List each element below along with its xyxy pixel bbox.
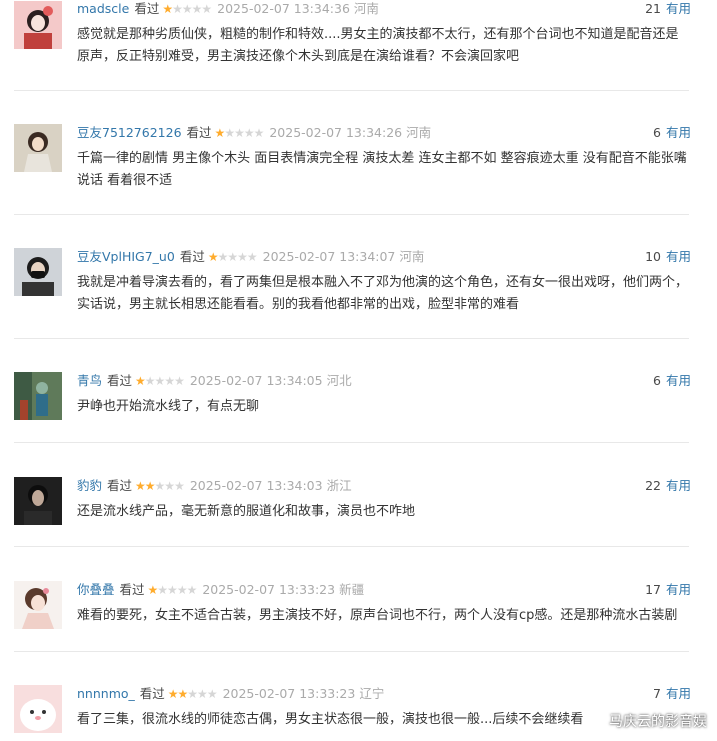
comment-time[interactable]: 2025-02-07 13:34:05 河北	[190, 373, 352, 388]
useful-button[interactable]: 有用	[666, 125, 691, 140]
avatar[interactable]	[14, 581, 62, 629]
vote-count: 21 有用	[645, 1, 691, 16]
avatar[interactable]	[14, 372, 62, 420]
rating-stars: ★★★★★	[214, 126, 265, 140]
divider	[14, 546, 689, 547]
comment-time[interactable]: 2025-02-07 13:34:26 河南	[269, 125, 431, 140]
vote-count: 17 有用	[645, 582, 691, 597]
vote-count: 10 有用	[645, 249, 691, 264]
divider	[14, 338, 689, 339]
comment-meta: 豆友VplHIG7_u0 看过 ★★★★★ 2025-02-07 13:34:07 河…	[77, 248, 691, 266]
comment-meta: 你叠叠 看过 ★★★★★ 2025-02-07 13:33:23 新疆 17 有用	[77, 581, 691, 599]
avatar[interactable]	[14, 248, 62, 296]
username-link[interactable]: 青鸟	[77, 373, 102, 388]
comment-text: 我就是冲着导演去看的，看了两集但是根本融入不了邓为他演的这个角色，还有女一很出戏…	[77, 275, 689, 312]
username-link[interactable]: 豆友7512762126	[77, 125, 182, 140]
watched-status: 看过	[139, 686, 165, 701]
comment-text: 感觉就是那种劣质仙侠，粗糙的制作和特效....男女主的演技都不太行，还有那个台词…	[77, 27, 679, 64]
comment-text: 看了三集，很流水线的师徒恋古偶，男女主状态很一般，演技也很一般...后续不会继续…	[77, 712, 584, 727]
comment-meta: 青鸟 看过 ★★★★★ 2025-02-07 13:34:05 河北 6 有用	[77, 372, 691, 390]
avatar[interactable]	[14, 477, 62, 525]
rating-stars: ★★★★★	[147, 583, 198, 597]
watched-status: 看过	[107, 373, 133, 388]
watched-status: 看过	[134, 1, 160, 16]
avatar[interactable]	[14, 685, 62, 733]
comment-text: 还是流水线产品，毫无新意的服道化和故事，演员也不咋地	[77, 504, 416, 519]
watermark: 马庆云的影音娱	[609, 714, 707, 730]
vote-count: 22 有用	[645, 478, 691, 493]
comment-time[interactable]: 2025-02-07 13:33:23 新疆	[202, 582, 364, 597]
avatar[interactable]	[14, 1, 62, 49]
rating-stars: ★★★★★	[162, 2, 212, 16]
divider	[14, 442, 689, 443]
vote-count: 6 有用	[653, 125, 691, 140]
comment-time[interactable]: 2025-02-07 13:34:36 河南	[217, 1, 379, 16]
watched-status: 看过	[107, 478, 133, 493]
watched-status: 看过	[186, 125, 212, 140]
watched-status: 看过	[119, 582, 145, 597]
comment-text: 难看的要死，女主不适合古装，男主演技不好，原声台词也不行，两个人没有cp感。还是…	[77, 608, 678, 623]
username-link[interactable]: 豆友VplHIG7_u0	[77, 249, 175, 264]
rating-stars: ★★★★★	[135, 479, 185, 493]
comment-text: 尹峥也开始流水线了，有点无聊	[77, 399, 260, 414]
username-link[interactable]: nnnnmo_	[77, 686, 135, 701]
useful-button[interactable]: 有用	[666, 478, 691, 493]
rating-stars: ★★★★★	[207, 250, 258, 264]
avatar[interactable]	[14, 124, 62, 172]
useful-button[interactable]: 有用	[666, 373, 691, 388]
divider	[14, 651, 689, 652]
username-link[interactable]: 豹豹	[77, 478, 102, 493]
vote-count: 6 有用	[653, 373, 691, 388]
rating-stars: ★★★★★	[135, 374, 185, 388]
username-link[interactable]: madscle	[77, 1, 129, 16]
useful-button[interactable]: 有用	[666, 1, 691, 16]
username-link[interactable]: 你叠叠	[77, 582, 115, 597]
comment-meta: 豹豹 看过 ★★★★★ 2025-02-07 13:34:03 浙江 22 有用	[77, 477, 691, 495]
useful-button[interactable]: 有用	[666, 582, 691, 597]
useful-button[interactable]: 有用	[666, 249, 691, 264]
comment-time[interactable]: 2025-02-07 13:34:07 河南	[263, 249, 425, 264]
useful-button[interactable]: 有用	[666, 686, 691, 701]
comment-time[interactable]: 2025-02-07 13:34:03 浙江	[190, 478, 352, 493]
rating-stars: ★★★★★	[167, 687, 218, 701]
comment-time[interactable]: 2025-02-07 13:33:23 辽宁	[223, 686, 385, 701]
comment-meta: 豆友7512762126 看过 ★★★★★ 2025-02-07 13:34:26 河…	[77, 124, 691, 142]
divider	[14, 90, 689, 91]
comment-text: 千篇一律的剧情 男主像个木头 面目表情演完全程 演技太差 连女主都不如 整容痕迹…	[77, 151, 687, 188]
comment-meta: nnnnmo_ 看过 ★★★★★ 2025-02-07 13:33:23 辽宁 7 有用	[77, 685, 691, 703]
vote-count: 7 有用	[653, 686, 691, 701]
divider	[14, 214, 689, 215]
watched-status: 看过	[179, 249, 205, 264]
comment-meta: madscle 看过 ★★★★★ 2025-02-07 13:34:36 河南 21 有…	[77, 0, 691, 18]
